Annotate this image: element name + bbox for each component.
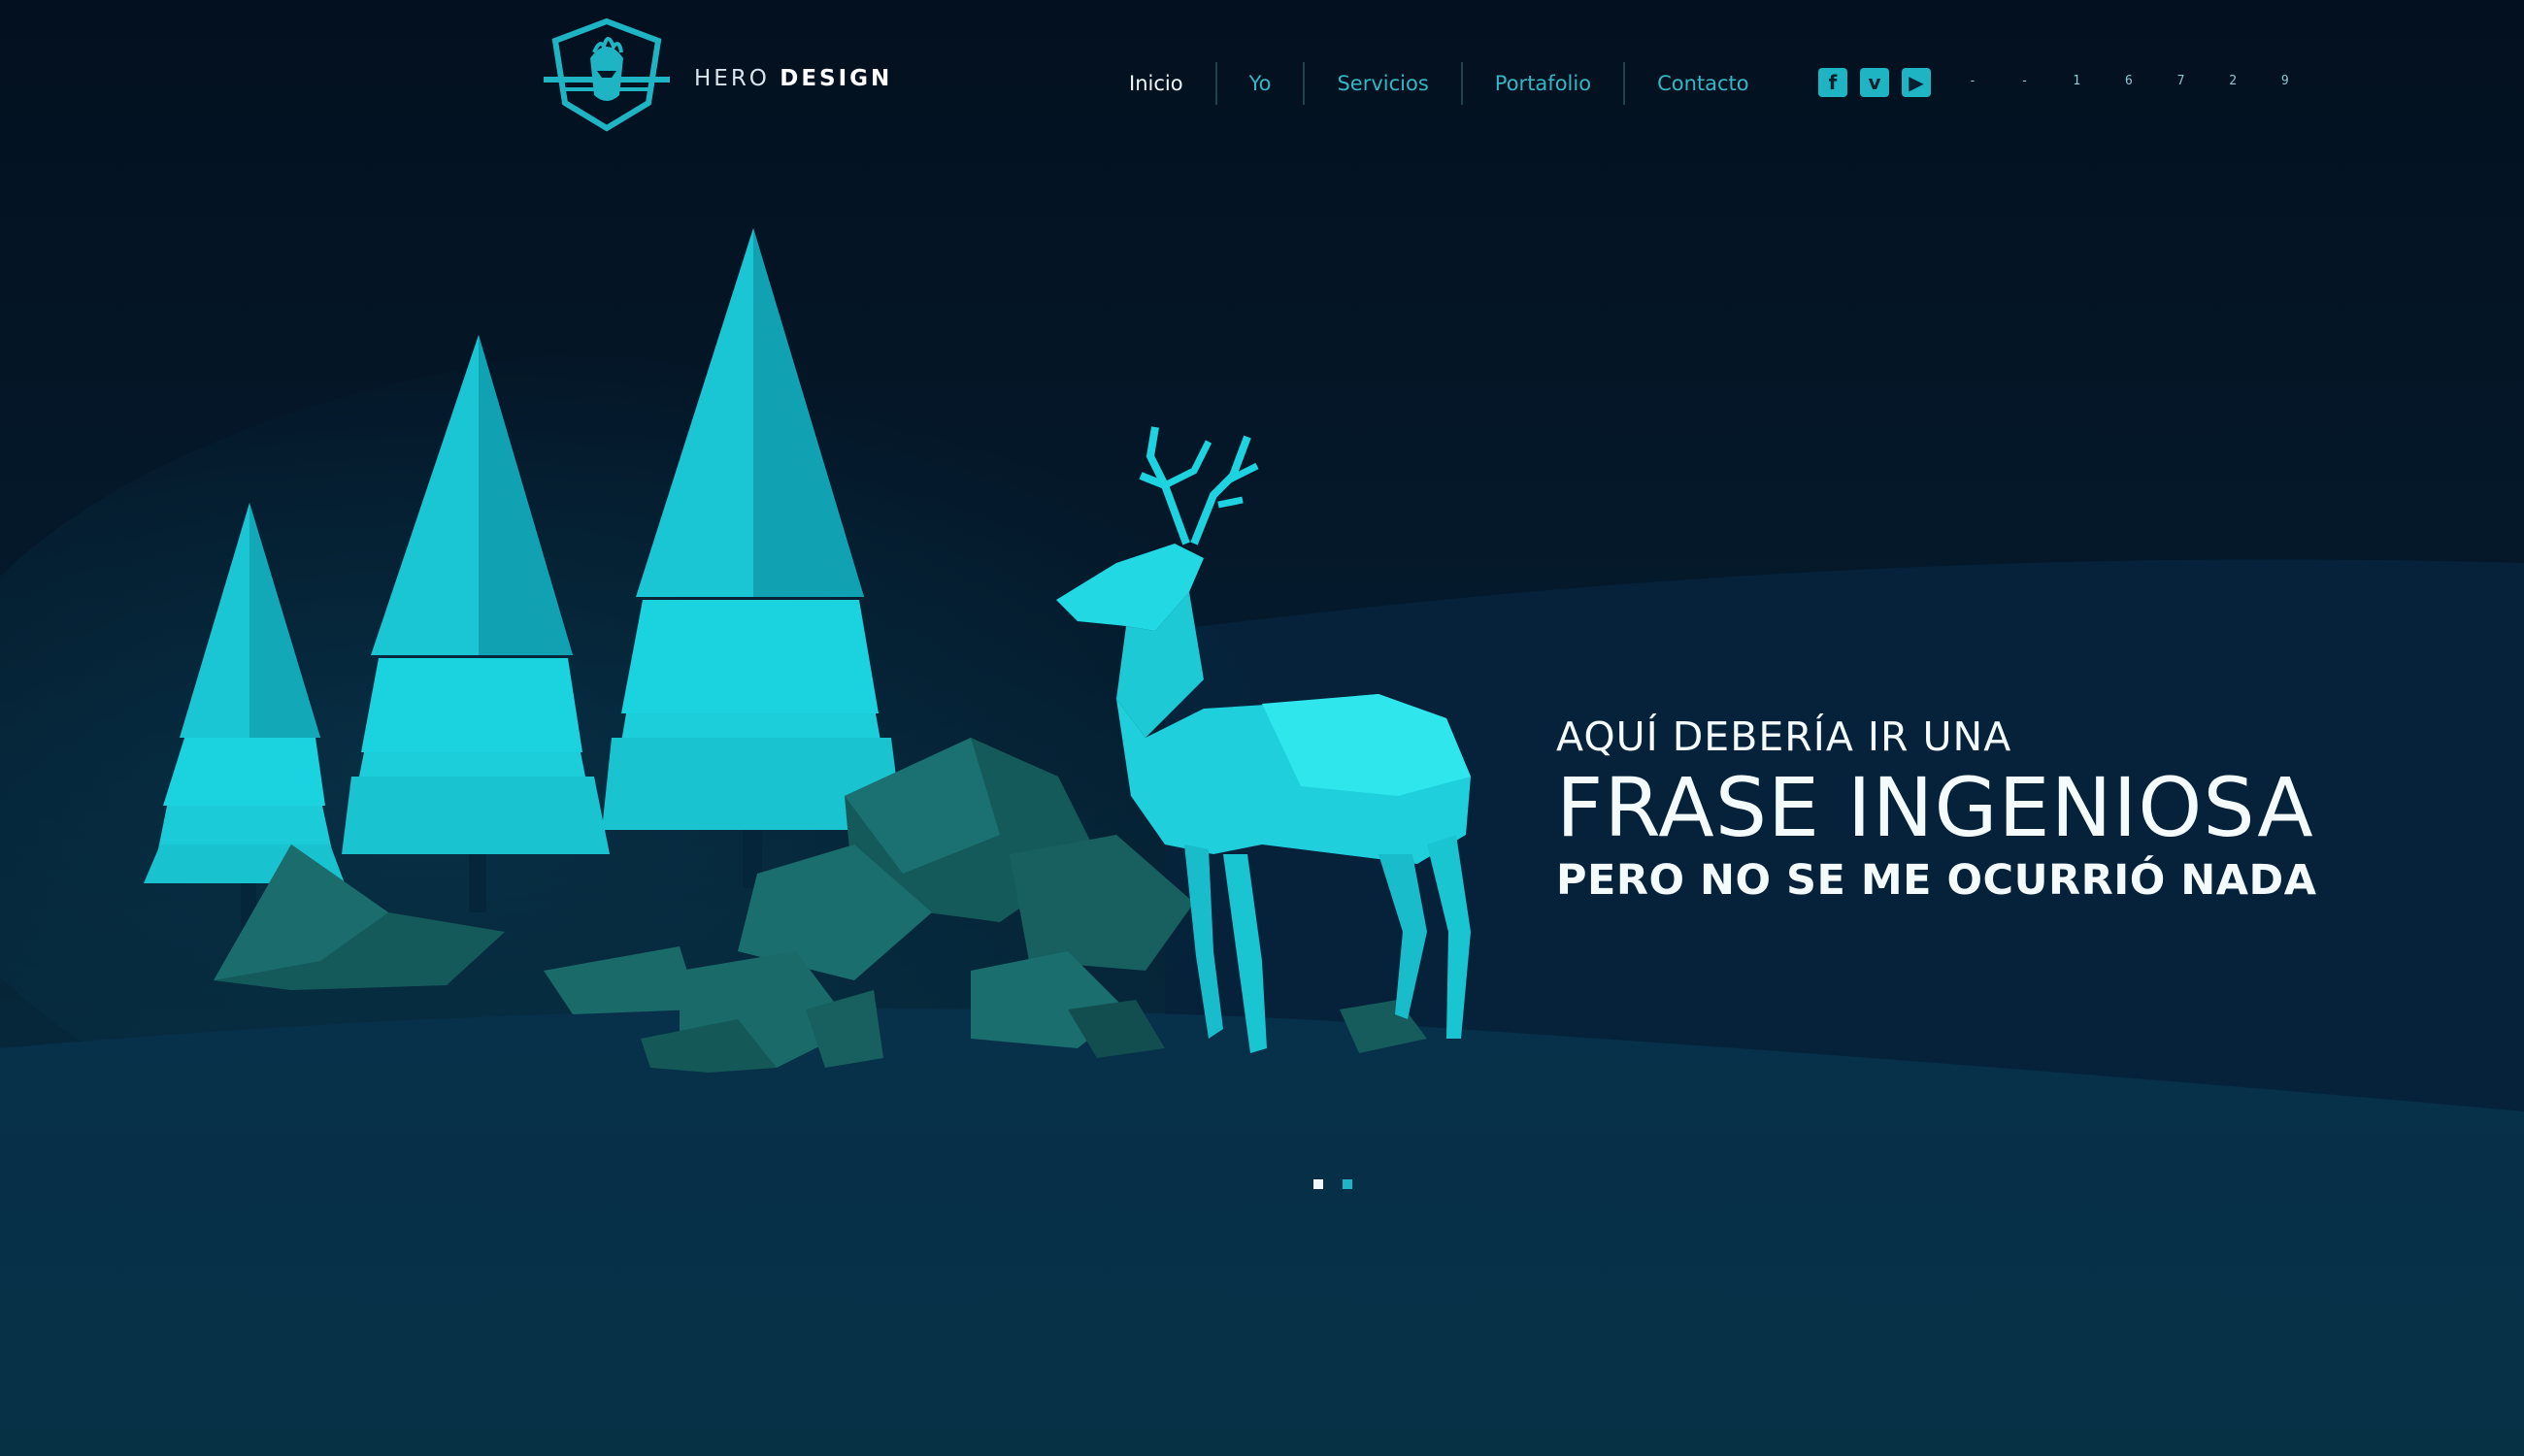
nav-item-yo[interactable]: Yo [1214,62,1304,105]
headline-line-1: AQUÍ DEBERÍA IR UNA [1556,713,2012,760]
hero-page: HERO DESIGN Inicio Yo Servicios Portafol… [0,0,2524,1456]
vimeo-icon[interactable]: v [1860,68,1889,97]
phone-number: - - 1 6 7 2 9 [1969,74,2308,88]
nav-item-portafolio[interactable]: Portafolio [1460,62,1623,105]
headline-line-2: FRASE INGENIOSA [1556,760,2314,855]
nav-item-servicios[interactable]: Servicios [1303,62,1460,105]
slider-dot-2[interactable] [1343,1179,1352,1189]
facebook-icon[interactable]: f [1818,68,1847,97]
brand-name-bold: DESIGN [780,66,893,91]
nav-item-contacto[interactable]: Contacto [1623,62,1781,105]
headline-line-3: PERO NO SE ME OCURRIÓ NADA [1556,856,2317,905]
brand-name-light: HERO [694,66,770,91]
brand-name[interactable]: HERO DESIGN [694,66,892,91]
main-nav: Inicio Yo Servicios Portafolio Contacto [1097,60,1781,107]
slider-dot-1[interactable] [1313,1179,1323,1189]
hero-logo-icon[interactable] [544,17,670,132]
hero-headline: AQUÍ DEBERÍA IR UNA FRASE INGENIOSA PERO… [1556,709,2317,910]
nav-item-inicio[interactable]: Inicio [1097,62,1215,105]
slider-dots [1313,1179,1352,1189]
youtube-icon[interactable]: ▶ [1902,68,1931,97]
social-links: f v ▶ [1818,68,1931,97]
